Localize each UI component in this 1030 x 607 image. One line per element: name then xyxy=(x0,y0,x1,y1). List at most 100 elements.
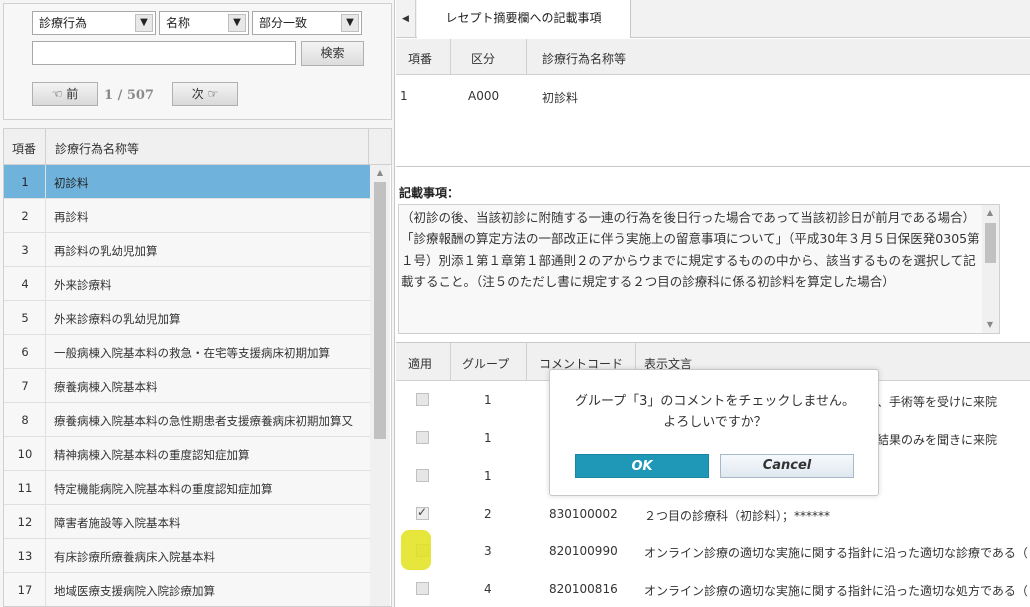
chevron-down-icon: ▼ xyxy=(341,14,359,32)
item-no: 1 xyxy=(21,175,29,189)
scroll-thumb[interactable] xyxy=(374,182,386,439)
text-cell: オンライン診療の適切な実施に関する指針に沿った適切な診療である（ xyxy=(644,546,1028,560)
item-no: 4 xyxy=(21,277,29,291)
chevron-down-icon: ▼ xyxy=(228,14,246,32)
field-select[interactable]: 名称 ▼ xyxy=(159,11,249,35)
apply-checkbox[interactable] xyxy=(416,469,429,482)
apply-checkbox[interactable]: ✓ xyxy=(416,505,429,520)
group-cell: 1 xyxy=(484,431,492,445)
chevron-down-icon: ▼ xyxy=(135,14,153,32)
item-no: 12 xyxy=(17,515,33,529)
table-row: 4 820100816 オンライン診療の適切な実施に関する指針に沿った適切な処方であ… xyxy=(396,571,1030,607)
collapse-toggle-icon[interactable]: ◀ xyxy=(396,0,416,38)
notes-scrollbar[interactable]: ▲ ▼ xyxy=(982,205,999,333)
item-no: 2 xyxy=(21,209,29,223)
list-item[interactable]: 6 一般病棟入院基本料の救急・在宅等支援病床初期加算 xyxy=(4,335,370,369)
search-box: 診療行為 ▼ 名称 ▼ 部分一致 ▼ 検索 ☜ 前 1 / 507 次 ☞ xyxy=(3,3,392,120)
confirm-dialog: グループ「3」のコメントをチェックしません。 よろしいですか？ OK Cance… xyxy=(549,369,879,496)
notes-line: 「診療報酬の算定方法の一部改正に伴う実施上の留意事項について」（平成30年３月５… xyxy=(401,231,980,289)
prev-page-button[interactable]: ☜ 前 xyxy=(32,82,98,106)
list-item[interactable]: 10 精神病棟入院基本料の重度認知症加算 xyxy=(4,437,370,471)
text-cell: オンライン診療の適切な実施に関する指針に沿った適切な処方である（ xyxy=(644,584,1028,598)
notes-box: （初診の後、当該初診に附随する一連の行為を後日行った場合であって当該初診日が前月… xyxy=(398,204,1000,334)
list-item[interactable]: 5 外来診療料の乳幼児加算 xyxy=(4,301,370,335)
item-name: 特定機能病院入院基本料の重度認知症加算 xyxy=(54,482,273,496)
kind-select[interactable]: 診療行為 ▼ xyxy=(32,11,156,35)
list-item[interactable]: 8 療養病棟入院基本料の急性期患者支援療養病床初期加算又 xyxy=(4,403,370,437)
notes-title: 記載事項： xyxy=(399,186,460,200)
row-name: 初診料 xyxy=(542,91,579,105)
item-name: 外来診療料の乳幼児加算 xyxy=(54,312,181,326)
scroll-down-icon[interactable]: ▼ xyxy=(985,320,995,329)
item-name: 再診料 xyxy=(54,210,89,224)
apply-checkbox[interactable] xyxy=(416,393,429,406)
dialog-message: よろしいですか？ xyxy=(663,415,767,430)
text-cell: ２つ目の診療科（初診料）；****** xyxy=(644,509,831,523)
check-icon: ✓ xyxy=(417,505,428,519)
list-item[interactable]: 4 外来診療料 xyxy=(4,267,370,301)
group-cell: 1 xyxy=(484,469,492,483)
row-no: 1 xyxy=(400,89,408,103)
right-panel: ◀ レセプト摘要欄への記載事項 項番 区分 診療行為名称等 1 A000 初診料… xyxy=(396,0,1030,607)
apply-checkbox[interactable] xyxy=(416,431,429,444)
dialog-message: グループ「3」のコメントをチェックしません。 xyxy=(574,394,856,409)
table-row: 3 820100990 オンライン診療の適切な実施に関する指針に沿った適切な診療であ… xyxy=(396,533,1030,570)
apply-checkbox[interactable] xyxy=(416,582,429,595)
procedure-list: 項番 診療行為名称等 1 初診料 2 再診料 3 再診料の乳幼児加算 4 外来診療料 5 外来診療… xyxy=(3,128,392,607)
scroll-up-icon[interactable]: ▲ xyxy=(375,168,385,177)
page-indicator: 1 / 507 xyxy=(104,88,154,103)
code-cell: 820100990 xyxy=(549,544,618,558)
search-button[interactable]: 検索 xyxy=(301,41,364,66)
match-select[interactable]: 部分一致 ▼ xyxy=(252,11,362,35)
list-header: 項番 診療行為名称等 xyxy=(4,129,391,165)
selected-procedure-table: 項番 区分 診療行為名称等 1 A000 初診料 xyxy=(396,39,1030,167)
list-item[interactable]: 12 障害者施設等入院基本料 xyxy=(4,505,370,539)
list-item[interactable]: 7 療養病棟入院基本料 xyxy=(4,369,370,403)
group-cell: 1 xyxy=(484,393,492,407)
list-item[interactable]: 13 有床診療所療養病床入院基本料 xyxy=(4,539,370,573)
item-no: 10 xyxy=(17,447,33,461)
item-no: 7 xyxy=(21,379,29,393)
cancel-button[interactable]: Cancel xyxy=(720,454,854,478)
item-name: 地域医療支援病院入院診療加算 xyxy=(54,584,215,598)
item-no: 11 xyxy=(17,481,33,495)
left-panel: 診療行為 ▼ 名称 ▼ 部分一致 ▼ 検索 ☜ 前 1 / 507 次 ☞ 項番… xyxy=(0,0,395,607)
list-item[interactable]: 11 特定機能病院入院基本料の重度認知症加算 xyxy=(4,471,370,505)
item-name: 外来診療料 xyxy=(54,278,112,292)
list-item[interactable]: 17 地域医療支援病院入院診療加算 xyxy=(4,573,370,606)
item-name: 療養病棟入院基本料 xyxy=(54,380,158,394)
scroll-up-icon[interactable]: ▲ xyxy=(985,208,995,217)
notes-line: （初診の後、当該初診に附随する一連の行為を後日行った場合であって当該初診日が前月… xyxy=(401,210,976,225)
code-cell: 830100002 xyxy=(549,507,618,521)
group-cell: 3 xyxy=(484,544,492,558)
text-cell: の結果のみを聞きに来院 xyxy=(865,433,998,447)
list-item[interactable]: 3 再診料の乳幼児加算 xyxy=(4,233,370,267)
code-cell: 820100816 xyxy=(549,582,618,596)
col-no-header: 項番 xyxy=(12,142,37,156)
tab-receipt-notes[interactable]: レセプト摘要欄への記載事項 xyxy=(417,0,631,38)
list-scrollbar[interactable]: ▲ xyxy=(370,165,390,606)
keyword-input[interactable] xyxy=(32,41,296,65)
group-cell: 2 xyxy=(484,507,492,521)
table-row: ✓ 2 830100002 ２つ目の診療科（初診料）；****** xyxy=(396,496,1030,533)
scroll-thumb[interactable] xyxy=(985,223,996,263)
next-page-button[interactable]: 次 ☞ xyxy=(172,82,238,106)
item-name: 一般病棟入院基本料の救急・在宅等支援病床初期加算 xyxy=(54,346,330,360)
ok-button[interactable]: OK xyxy=(575,454,709,478)
item-no: 8 xyxy=(21,413,29,427)
table-header: 項番 区分 診療行為名称等 xyxy=(396,39,1030,75)
group-cell: 4 xyxy=(484,582,492,596)
item-name: 療養病棟入院基本料の急性期患者支援療養病床初期加算又 xyxy=(54,414,353,428)
item-name: 障害者施設等入院基本料 xyxy=(54,516,181,530)
item-no: 6 xyxy=(21,345,29,359)
list-item[interactable]: 1 初診料 xyxy=(4,165,370,199)
annotation-highlight xyxy=(401,530,431,570)
text-cell: 断、手術等を受けに来院 xyxy=(865,395,998,409)
list-item[interactable]: 2 再診料 xyxy=(4,199,370,233)
item-name: 再診料の乳幼児加算 xyxy=(54,244,158,258)
item-no: 3 xyxy=(21,243,29,257)
item-name: 有床診療所療養病床入院基本料 xyxy=(54,550,215,564)
item-no: 13 xyxy=(17,549,33,563)
item-no: 5 xyxy=(21,311,29,325)
row-category: A000 xyxy=(468,89,500,103)
